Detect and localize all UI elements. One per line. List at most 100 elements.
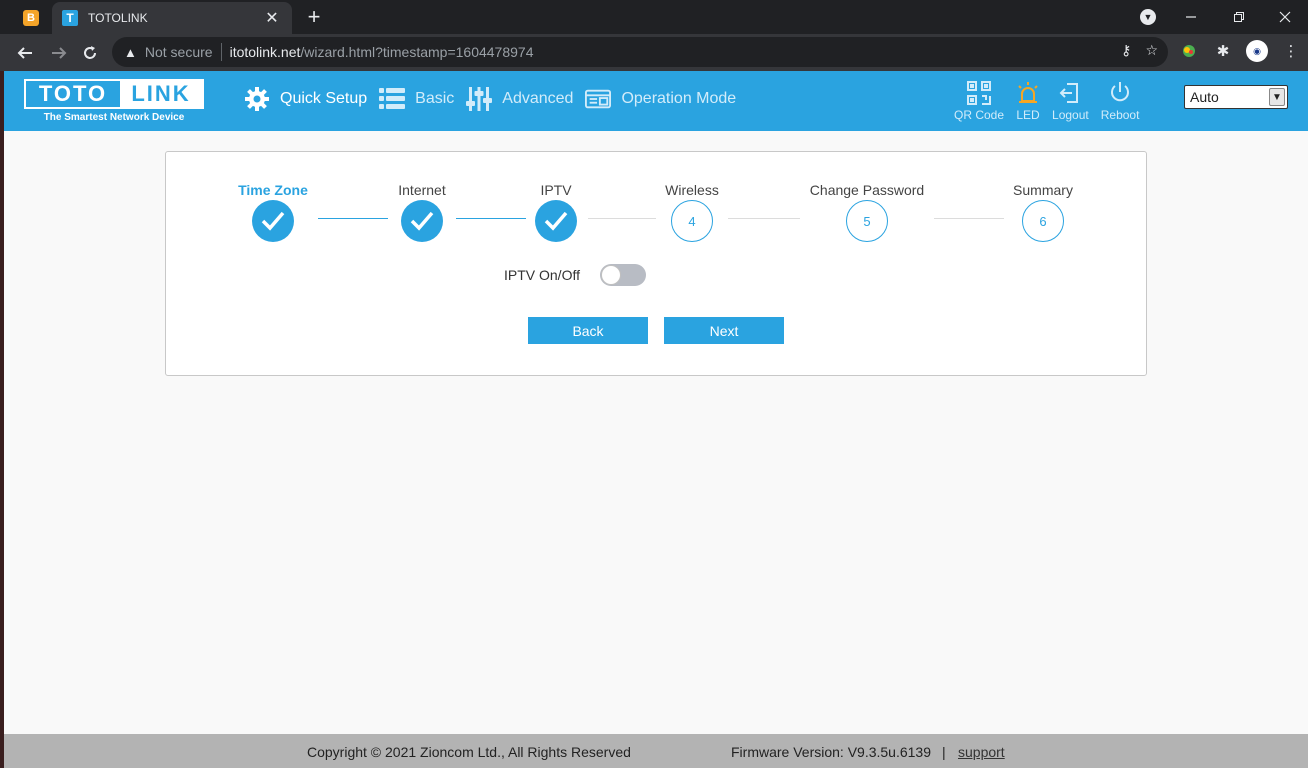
menu-quick-setup[interactable]: Quick Setup [244,86,367,112]
tool-label: QR Code [954,108,1005,122]
toggle-knob [601,265,621,285]
arrow-right-icon [52,47,67,59]
browser-tab-blogger[interactable]: B [14,6,48,30]
router-header: TOTO LINK The Smartest Network Device Qu… [4,71,1308,131]
tool-label: Logout [1052,108,1089,122]
new-tab-button[interactable]: + [302,5,326,29]
logo-toto-text: TOTO [38,81,108,106]
wizard-steps: Time Zone Internet IPTV Wireless 4 Chang… [166,182,1148,242]
close-window-button[interactable] [1262,0,1308,34]
step-summary: Summary 6 [968,182,1118,242]
menu-label: Advanced [502,90,574,107]
step-internet: Internet [347,182,497,242]
warning-icon: ▲ [124,44,137,60]
extensions-puzzle-icon[interactable]: ✱ [1212,40,1234,62]
next-button[interactable]: Next [664,317,784,344]
tool-led[interactable]: LED [1016,81,1040,122]
menu-advanced[interactable]: Advanced [466,86,573,112]
checkmark-icon [535,200,577,242]
step-time-zone: Time Zone [198,182,348,242]
step-label: Change Password [809,182,925,198]
arrow-left-icon [17,47,32,59]
profile-avatar[interactable]: ◉ [1246,40,1268,62]
tool-logout[interactable]: Logout [1052,81,1089,122]
totolink-logo: TOTO LINK The Smartest Network Device [24,79,204,125]
menu-label: Basic [415,90,455,107]
restore-icon [1234,12,1244,22]
url-path: /wizard.html?timestamp=1604478974 [300,44,534,60]
iptv-toggle-label: IPTV On/Off [504,267,580,283]
gear-icon [244,86,270,112]
key-icon[interactable]: ⚷ [1121,42,1131,59]
tab-search-icon[interactable]: ▼ [1140,9,1156,25]
security-status[interactable]: Not secure [145,44,213,60]
browser-tab-totolink[interactable]: T TOTOLINK ✕ [52,2,292,34]
footer-separator: | [942,744,946,760]
step-number: 4 [671,200,713,242]
menu-operation-mode[interactable]: Operation Mode [585,86,736,112]
checkmark-icon [401,200,443,242]
back-nav-button[interactable] [12,40,38,66]
menu-label: Operation Mode [621,90,737,107]
tool-label: LED [1016,108,1040,122]
led-icon [1016,81,1040,105]
step-label: Wireless [665,182,719,198]
tool-reboot[interactable]: Reboot [1100,81,1140,122]
sliders-icon [466,86,493,112]
browser-tab-bar: B T TOTOLINK ✕ + ▼ [0,0,1308,34]
blogger-favicon-icon: B [23,10,39,26]
step-change-password: Change Password 5 [792,182,942,242]
totolink-favicon-icon: T [62,10,78,26]
language-value: Auto [1190,89,1219,105]
tool-qr-code[interactable]: QR Code [954,81,1004,122]
reload-icon [84,46,96,59]
tab-close-icon[interactable]: ✕ [262,8,282,28]
copyright-text: Copyright © 2021 Zioncom Ltd., All Right… [307,744,631,760]
tool-label: Reboot [1100,108,1140,122]
back-button[interactable]: Back [528,317,648,344]
iptv-toggle-row: IPTV On/Off [504,264,646,286]
firmware-version: Firmware Version: V9.3.5u.6139 [731,744,931,760]
close-icon [1279,11,1291,23]
logo-tagline: The Smartest Network Device [43,112,185,123]
forward-nav-button[interactable] [46,40,72,66]
menu-basic[interactable]: Basic [379,86,454,112]
checkmark-icon [252,200,294,242]
step-label: IPTV [540,182,572,198]
address-bar[interactable]: ▲ Not secure itotolink.net /wizard.html?… [112,37,1168,67]
iptv-toggle-switch[interactable] [600,264,646,286]
minimize-button[interactable] [1168,0,1214,34]
bookmark-star-icon[interactable]: ☆ [1145,42,1158,59]
step-number: 5 [846,200,888,242]
step-label: Internet [398,182,446,198]
browser-toolbar: ▲ Not secure itotolink.net /wizard.html?… [0,34,1308,71]
tab-title: TOTOLINK [88,11,148,25]
step-iptv: IPTV [481,182,631,242]
logo-link-text: LINK [120,81,202,107]
minimize-icon [1186,16,1196,18]
step-label: Summary [1013,182,1073,198]
step-number: 6 [1022,200,1064,242]
step-label: Time Zone [238,182,308,198]
step-wireless: Wireless 4 [617,182,767,242]
logout-icon [1058,81,1082,105]
list-icon [379,86,406,112]
language-select[interactable]: Auto ▼ [1184,85,1288,109]
chevron-down-icon: ▼ [1269,88,1285,106]
url-host: itotolink.net [229,44,301,60]
page-footer: Copyright © 2021 Zioncom Ltd., All Right… [4,734,1308,768]
extension-colorful-icon[interactable] [1178,40,1200,62]
menu-label: Quick Setup [280,90,368,107]
omnibox-divider [220,43,222,61]
header-tools: QR Code LED Logout Reboot [954,81,1151,122]
mode-icon [585,86,612,112]
router-page: TOTO LINK The Smartest Network Device Qu… [4,71,1308,768]
power-icon [1108,81,1132,105]
reload-button[interactable] [77,40,103,66]
support-link[interactable]: support [958,744,1005,760]
chrome-menu-icon[interactable]: ⋮ [1280,40,1302,62]
wizard-panel: Time Zone Internet IPTV Wireless 4 Chang… [165,151,1147,376]
restore-button[interactable] [1216,0,1262,34]
qr-code-icon [967,81,992,105]
colorful-extension-icon [1183,45,1195,57]
